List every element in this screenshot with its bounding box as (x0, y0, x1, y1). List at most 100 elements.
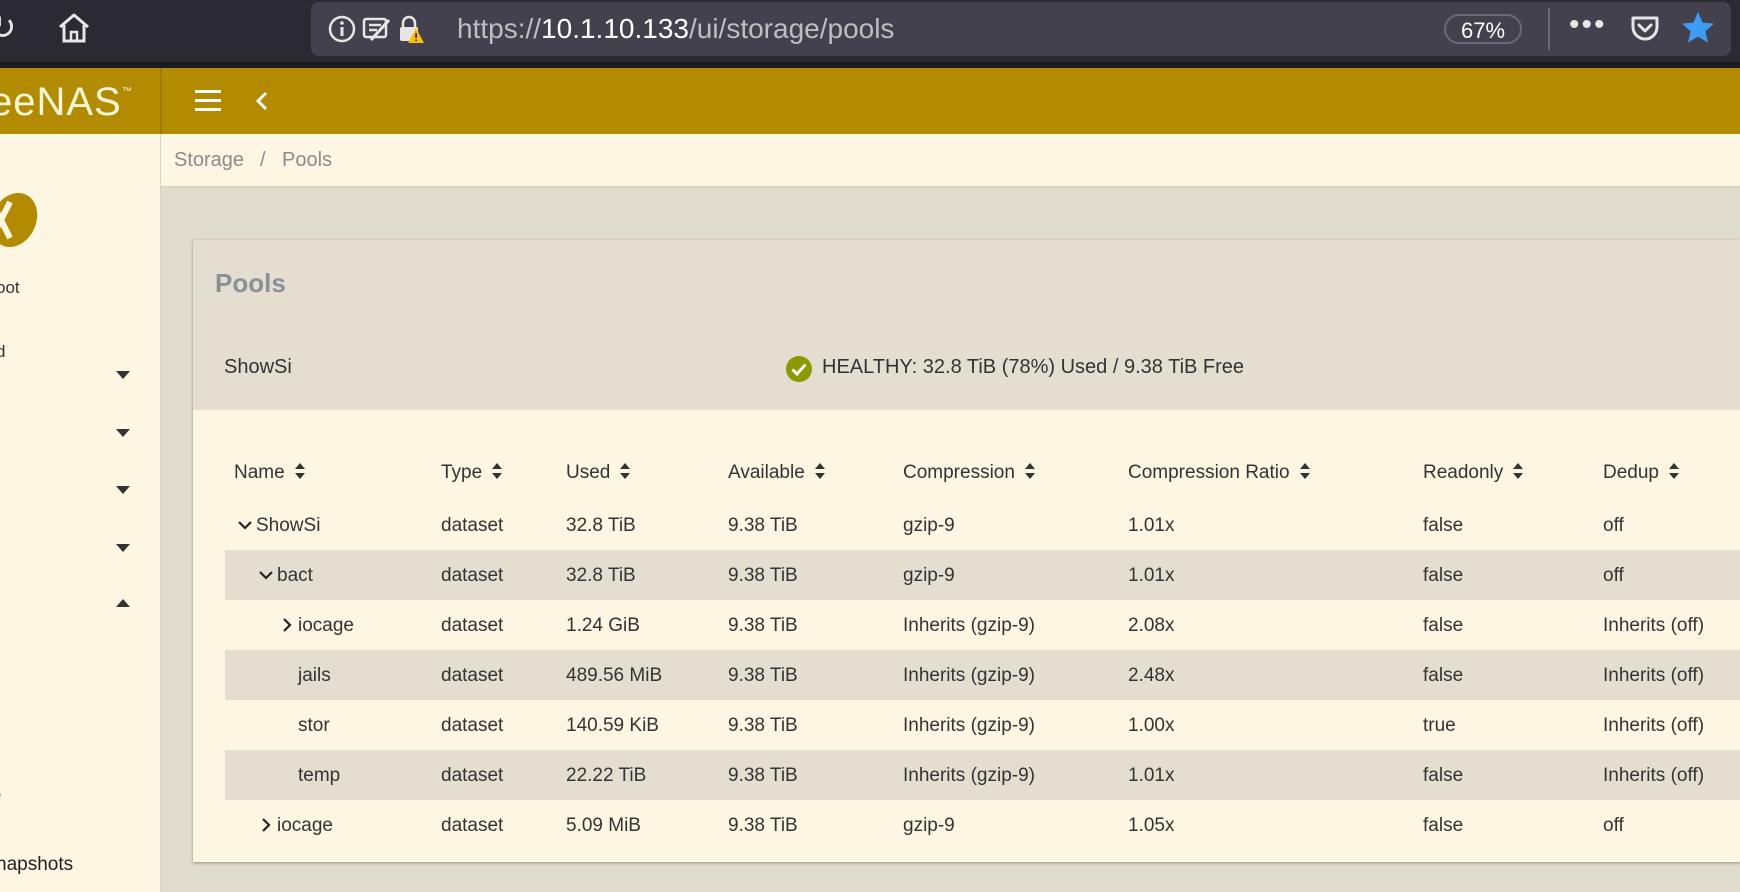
table-row[interactable]: temp dataset 22.22 TiB 9.38 TiB Inherits… (225, 750, 1740, 800)
app-header: eeNAS™ (0, 68, 1740, 134)
bookmark-star-icon[interactable] (1680, 10, 1716, 46)
cell-compression-ratio: 2.08x (1128, 615, 1175, 636)
sort-icon[interactable] (1024, 462, 1035, 480)
chevron-right-icon[interactable] (258, 817, 274, 833)
cell-type: dataset (441, 565, 504, 586)
column-header-dedup[interactable]: Dedup (1603, 462, 1679, 484)
caret-down-icon[interactable] (116, 428, 130, 438)
cell-dedup: Inherits (off) (1603, 715, 1705, 736)
cell-dedup: off (1603, 515, 1624, 536)
sort-icon[interactable] (294, 462, 305, 480)
healthy-check-icon (786, 356, 812, 382)
more-actions-icon[interactable]: ••• (1569, 8, 1607, 42)
zoom-level-badge[interactable]: 67% (1444, 14, 1522, 44)
sidebar-item-snapshots[interactable]: napshots (0, 854, 73, 876)
chevron-down-icon[interactable] (258, 567, 274, 583)
cell-compression: gzip-9 (903, 565, 955, 586)
cell-name: ShowSi (256, 515, 321, 536)
breadcrumb-pools: Pools (282, 149, 333, 171)
cell-readonly: true (1423, 715, 1456, 736)
pocket-icon[interactable] (1629, 12, 1661, 44)
chevron-down-icon[interactable] (237, 517, 253, 533)
home-icon[interactable] (56, 10, 92, 46)
url-text[interactable]: https://10.1.10.133/ui/storage/pools (457, 13, 894, 45)
breadcrumb-separator: / (260, 149, 266, 171)
cell-available: 9.38 TiB (728, 815, 798, 836)
sort-icon[interactable] (1299, 462, 1310, 480)
reload-icon[interactable]: ↻ (0, 8, 28, 48)
sort-icon[interactable] (492, 462, 503, 480)
column-header-name[interactable]: Name (234, 462, 305, 484)
cell-available: 9.38 TiB (728, 665, 798, 686)
table-row[interactable]: iocage dataset 1.24 GiB 9.38 TiB Inherit… (225, 600, 1740, 650)
sidebar-item-fragment[interactable]: ' (0, 790, 1, 810)
cell-readonly: false (1423, 665, 1464, 686)
sort-icon[interactable] (1669, 462, 1679, 480)
cell-compression: Inherits (gzip-9) (903, 765, 1035, 786)
cell-compression-ratio: 1.00x (1128, 715, 1175, 736)
table-row[interactable]: ShowSi dataset 32.8 TiB 9.38 TiB gzip-9 … (225, 500, 1740, 550)
brand-logo-text[interactable]: eeNAS™ (0, 80, 133, 125)
column-header-used[interactable]: Used (566, 462, 631, 484)
cell-name: jails (298, 665, 331, 686)
column-header-type[interactable]: Type (441, 462, 503, 484)
cell-dedup: Inherits (off) (1603, 665, 1705, 686)
breadcrumb-storage[interactable]: Storage (174, 149, 244, 172)
caret-up-icon[interactable] (116, 598, 130, 608)
cell-dedup: Inherits (off) (1603, 615, 1705, 636)
cell-available: 9.38 TiB (728, 765, 798, 786)
cell-used: 22.22 TiB (566, 765, 647, 786)
insecure-lock-icon[interactable] (395, 14, 425, 44)
sort-icon[interactable] (620, 462, 631, 480)
column-header-compression[interactable]: Compression (903, 462, 1035, 484)
table-row[interactable]: jails dataset 489.56 MiB 9.38 TiB Inheri… (225, 650, 1740, 700)
table-row[interactable]: iocage dataset 5.09 MiB 9.38 TiB gzip-9 … (225, 800, 1740, 850)
cell-type: dataset (441, 765, 504, 786)
column-header-readonly[interactable]: Readonly (1423, 462, 1524, 484)
caret-down-icon[interactable] (116, 370, 130, 380)
cell-readonly: false (1423, 765, 1464, 786)
cell-used: 1.24 GiB (566, 615, 640, 636)
cell-compression: gzip-9 (903, 815, 955, 836)
cell-compression: gzip-9 (903, 515, 955, 536)
caret-down-icon[interactable] (116, 543, 130, 553)
cell-readonly: false (1423, 515, 1464, 536)
chevron-left-icon[interactable] (252, 88, 272, 114)
cell-used: 5.09 MiB (566, 815, 641, 836)
page-title: Pools (215, 268, 286, 298)
cell-available: 9.38 TiB (728, 565, 798, 586)
cell-compression: Inherits (gzip-9) (903, 715, 1035, 736)
pool-status-text: HEALTHY: 32.8 TiB (78%) Used / 9.38 TiB … (822, 356, 1245, 378)
column-header-compression-ratio[interactable]: Compression Ratio (1128, 462, 1310, 484)
card-header: Pools (193, 240, 1740, 325)
cell-compression: Inherits (gzip-9) (903, 665, 1035, 686)
toolbar-separator (1548, 8, 1550, 50)
pools-card: Pools ShowSi HEALTHY: 32.8 TiB (78%) Use… (193, 240, 1740, 862)
menu-icon[interactable] (195, 90, 221, 112)
table-row[interactable]: bact dataset 32.8 TiB 9.38 TiB gzip-9 1.… (225, 550, 1740, 600)
cell-type: dataset (441, 665, 504, 686)
cell-available: 9.38 TiB (728, 615, 798, 636)
cell-name: temp (298, 765, 341, 786)
cell-compression-ratio: 1.01x (1128, 765, 1175, 786)
cell-type: dataset (441, 715, 504, 736)
address-bar[interactable]: https://10.1.10.133/ui/storage/pools 67%… (311, 2, 1731, 56)
permissions-icon[interactable] (361, 14, 391, 44)
caret-down-icon[interactable] (116, 485, 130, 495)
cell-type: dataset (441, 815, 504, 836)
cell-dedup: off (1603, 815, 1624, 836)
table-row[interactable]: stor dataset 140.59 KiB 9.38 TiB Inherit… (225, 700, 1740, 750)
cell-name: stor (298, 715, 330, 736)
header-divider (160, 68, 162, 134)
chevron-right-icon[interactable] (279, 617, 295, 633)
cell-readonly: false (1423, 815, 1464, 836)
pool-header-row[interactable]: ShowSi HEALTHY: 32.8 TiB (78%) Used / 9.… (193, 324, 1740, 410)
cell-used: 32.8 TiB (566, 565, 636, 586)
column-header-available[interactable]: Available (728, 462, 825, 484)
cell-type: dataset (441, 515, 504, 536)
cell-dedup: off (1603, 565, 1624, 586)
browser-toolbar: ↻ https://10.1.10.133/ui/storage/pools 6… (0, 0, 1740, 68)
sort-icon[interactable] (814, 462, 825, 480)
sort-icon[interactable] (1513, 462, 1524, 480)
info-icon[interactable] (327, 14, 357, 44)
